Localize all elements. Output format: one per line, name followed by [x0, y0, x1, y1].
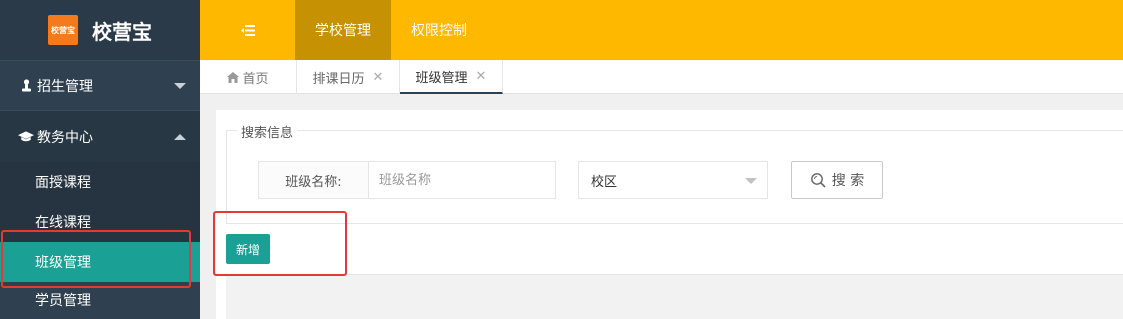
- sidebar-item-face-courses[interactable]: 面授课程: [0, 162, 200, 202]
- sidebar-item-online-courses[interactable]: 在线课程: [0, 202, 200, 242]
- main-content: 搜索信息 班级名称: 校区 搜 索 新增: [200, 94, 1123, 319]
- page-tab-label: 班级管理: [415, 70, 468, 86]
- page-tab-home[interactable]: 首页: [200, 60, 297, 94]
- page-tabbar: 首页 排课日历 ✕ 班级管理 ✕: [200, 60, 1123, 94]
- menu-collapse-icon: [240, 24, 255, 36]
- page-tab-class-management[interactable]: 班级管理 ✕: [400, 60, 503, 94]
- add-button[interactable]: 新增: [226, 234, 270, 264]
- class-name-label: 班级名称:: [259, 162, 369, 198]
- person-icon: [18, 79, 34, 92]
- tab-permission-control[interactable]: 权限控制: [391, 0, 487, 60]
- brand: 校营宝 校营宝: [0, 0, 200, 60]
- tab-school-management[interactable]: 学校管理: [295, 0, 391, 60]
- search-fieldset: 搜索信息 班级名称: 校区 搜 索: [226, 122, 1123, 224]
- home-icon: [227, 71, 240, 83]
- chevron-down-icon: [174, 82, 186, 89]
- nav-group-label: 教务中心: [37, 129, 93, 146]
- class-name-field: 班级名称:: [258, 161, 556, 199]
- nav-group-label: 招生管理: [37, 78, 93, 95]
- search-button[interactable]: 搜 索: [791, 161, 883, 199]
- search-legend: 搜索信息: [237, 122, 298, 141]
- sidebar-item-class-management[interactable]: 班级管理: [0, 242, 200, 282]
- tab-label: 学校管理: [315, 23, 371, 39]
- close-icon[interactable]: ✕: [476, 69, 487, 84]
- caret-down-icon: [745, 178, 757, 184]
- page-tab-schedule[interactable]: 排课日历 ✕: [297, 60, 400, 94]
- sidebar-item-label: 班级管理: [35, 255, 91, 271]
- page-tab-label: 排课日历: [312, 71, 365, 87]
- tab-label: 权限控制: [411, 23, 467, 39]
- nav-group-enrollment[interactable]: 招生管理: [0, 60, 200, 110]
- search-button-label: 搜 索: [831, 173, 865, 189]
- nav-group-academic[interactable]: 教务中心: [0, 110, 200, 162]
- close-icon[interactable]: ✕: [373, 70, 384, 85]
- chevron-up-icon: [174, 133, 186, 140]
- logo: 校营宝: [48, 15, 78, 45]
- campus-select-value: 校区: [591, 174, 618, 190]
- table-area: [226, 274, 1123, 319]
- sidebar-item-label: 在线课程: [35, 215, 91, 231]
- graduation-cap-icon: [18, 130, 34, 143]
- class-name-input[interactable]: [369, 162, 555, 198]
- sidebar-item-label: 面授课程: [35, 175, 91, 191]
- sidebar-item-student-management[interactable]: 学员管理: [0, 282, 200, 317]
- sidebar-item-label: 学员管理: [35, 293, 91, 309]
- search-icon: [810, 173, 826, 188]
- top-navbar: 学校管理 权限控制: [200, 0, 1123, 60]
- campus-select[interactable]: 校区: [578, 161, 768, 199]
- sidebar: 校营宝 校营宝 招生管理 教务中心 面授课程 在线课程 班级管理 学员管理: [0, 0, 200, 319]
- page-tab-label: 首页: [242, 71, 269, 87]
- sidebar-toggle-button[interactable]: [200, 0, 295, 60]
- content-panel: 搜索信息 班级名称: 校区 搜 索 新增: [216, 110, 1123, 319]
- brand-name: 校营宝: [92, 19, 152, 44]
- nav-submenu: 面授课程 在线课程 班级管理 学员管理: [0, 162, 200, 317]
